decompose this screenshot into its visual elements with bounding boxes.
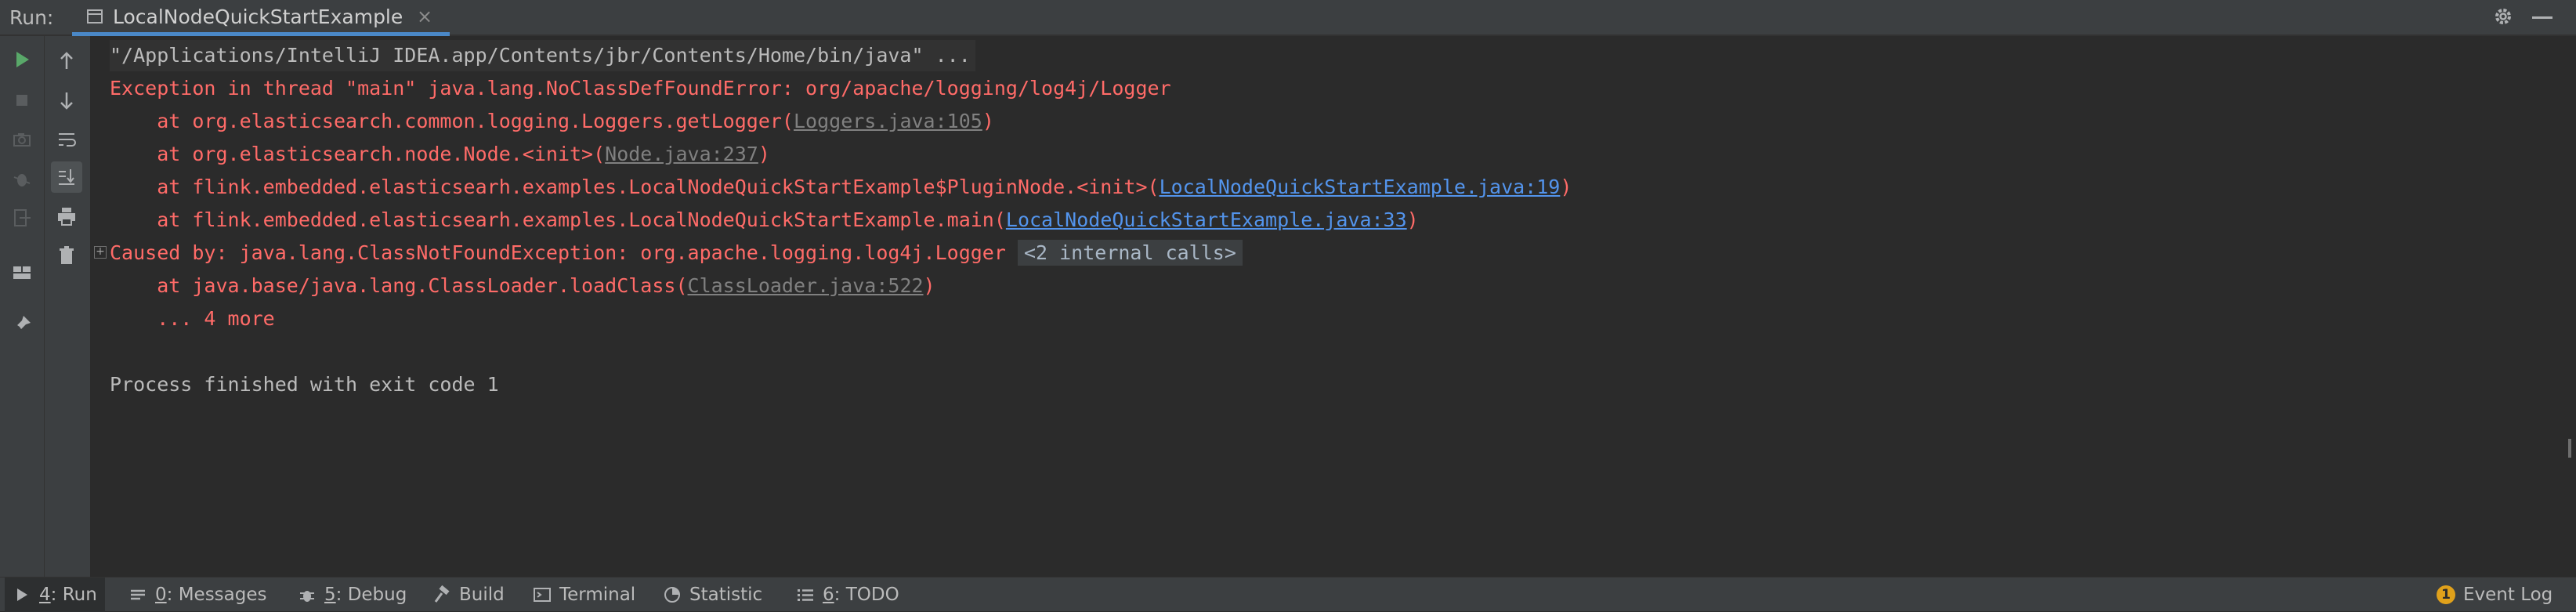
- scroll-to-end-icon: [59, 169, 74, 185]
- tab-todo[interactable]: 6: TODO: [788, 578, 907, 612]
- frame-text: ): [1560, 176, 1572, 198]
- source-link[interactable]: Node.java:237: [605, 143, 758, 165]
- stack-frame: at java.base/java.lang.ClassLoader.loadC…: [110, 270, 935, 302]
- exception-line: Exception in thread "main" java.lang.NoC…: [110, 77, 1171, 100]
- arrow-down-icon: [60, 92, 73, 110]
- pin-icon: [15, 316, 31, 331]
- tab-label: : Messages: [166, 585, 267, 605]
- terminal-icon: [534, 588, 551, 602]
- print-icon: [58, 208, 75, 226]
- bug-icon: [13, 174, 31, 186]
- tab-debug[interactable]: 5: Debug: [290, 578, 414, 612]
- gear-icon[interactable]: [2491, 5, 2515, 28]
- stack-frame: at org.elasticsearch.node.Node.<init>(No…: [110, 139, 770, 170]
- source-link[interactable]: ClassLoader.java:522: [688, 274, 924, 297]
- bug-icon: [300, 591, 314, 602]
- resize-handle[interactable]: [2568, 439, 2571, 458]
- camera-icon: [13, 133, 31, 147]
- minimize-icon[interactable]: [2532, 16, 2552, 19]
- soft-wrap-button[interactable]: [51, 124, 82, 155]
- tab-mnemonic: 6: [823, 585, 834, 605]
- frame-text: at org.elasticsearch.node.Node.<init>(: [110, 143, 606, 165]
- print-button[interactable]: [51, 201, 82, 232]
- frame-text: at java.base/java.lang.ClassLoader.loadC…: [110, 274, 688, 297]
- run-label: Run:: [9, 6, 54, 29]
- frame-text: at org.elasticsearch.common.logging.Logg…: [110, 110, 794, 132]
- tab-label: : Debug: [335, 585, 407, 605]
- internal-calls-fold[interactable]: <2 internal calls>: [1017, 240, 1243, 266]
- previous-occurrence-button[interactable]: [51, 45, 82, 77]
- exit-button[interactable]: [6, 202, 38, 234]
- clear-all-button[interactable]: [51, 240, 82, 271]
- tab-mnemonic: 5: [324, 585, 336, 605]
- pin-tab-button[interactable]: [6, 309, 38, 340]
- dump-threads-button[interactable]: [6, 124, 38, 155]
- tab-label: LocalNodeQuickStartExample: [113, 5, 403, 28]
- soft-wrap-icon: [59, 133, 76, 147]
- event-count-badge: 1: [2437, 585, 2455, 604]
- run-actions-toolbar: [0, 36, 45, 577]
- source-link[interactable]: Loggers.java:105: [794, 110, 982, 132]
- caused-by-text: Caused by: java.lang.ClassNotFoundExcept…: [110, 241, 1006, 264]
- tab-build[interactable]: Build: [425, 578, 512, 612]
- tab-messages[interactable]: 0: Messages: [121, 578, 275, 612]
- stop-button[interactable]: [6, 85, 38, 116]
- stack-frame: at flink.embedded.elasticsearh.examples.…: [110, 205, 1419, 236]
- next-occurrence-button[interactable]: [51, 85, 82, 116]
- messages-icon: [131, 589, 145, 600]
- frame-text: ): [1406, 208, 1419, 231]
- console-output[interactable]: "/Applications/IntelliJ IDEA.app/Content…: [91, 36, 2576, 577]
- scroll-to-end-button[interactable]: [51, 161, 82, 193]
- debug-settings-button[interactable]: [6, 163, 38, 194]
- frame-text: at flink.embedded.elasticsearh.examples.…: [110, 176, 1160, 198]
- exit-icon: [14, 209, 31, 226]
- console-icon: [87, 9, 103, 24]
- tab-terminal[interactable]: Terminal: [525, 578, 643, 612]
- tab-label: : Run: [50, 585, 97, 605]
- tab-statistic[interactable]: Statistic: [655, 578, 770, 612]
- tab-label: Build: [459, 585, 505, 605]
- trash-icon: [60, 246, 74, 264]
- hammer-icon: [434, 585, 450, 603]
- close-icon[interactable]: ×: [417, 5, 432, 27]
- tab-mnemonic: 0: [155, 585, 167, 605]
- run-tool-window-header: Run: LocalNodeQuickStartExample ×: [0, 0, 2576, 36]
- play-icon: [16, 52, 29, 67]
- console-actions-toolbar: [45, 36, 91, 577]
- frame-text: ): [923, 274, 935, 297]
- event-log-label: Event Log: [2463, 585, 2553, 605]
- stack-frame: at org.elasticsearch.common.logging.Logg…: [110, 106, 994, 137]
- statistic-icon: [664, 587, 680, 603]
- tab-label: Statistic: [689, 585, 763, 605]
- frame-text: ): [982, 110, 994, 132]
- layout-button[interactable]: [6, 257, 38, 288]
- rerun-button[interactable]: [6, 44, 38, 75]
- command-line: "/Applications/IntelliJ IDEA.app/Content…: [110, 40, 975, 71]
- tool-window-bar: 4: Run 0: Messages 5: Debug Build Termin…: [0, 577, 2576, 612]
- frame-text: at flink.embedded.elasticsearh.examples.…: [110, 208, 1006, 231]
- stack-frame: at flink.embedded.elasticsearh.examples.…: [110, 172, 1572, 203]
- todo-icon: [798, 589, 813, 601]
- expand-fold-icon[interactable]: +: [94, 246, 107, 259]
- stop-icon: [16, 95, 27, 106]
- more-frames-line: ... 4 more: [110, 307, 275, 330]
- layout-icon: [13, 266, 31, 279]
- caused-by-line: Caused by: java.lang.ClassNotFoundExcept…: [110, 237, 1243, 269]
- tab-label: Terminal: [559, 585, 636, 605]
- frame-text: ): [758, 143, 770, 165]
- play-icon: [17, 588, 27, 601]
- arrow-up-icon: [60, 52, 73, 69]
- tab-mnemonic: 4: [39, 585, 51, 605]
- event-log-button[interactable]: 1 Event Log: [2429, 578, 2560, 612]
- tab-label: : TODO: [834, 585, 899, 605]
- source-link[interactable]: LocalNodeQuickStartExample.java:19: [1160, 176, 1561, 198]
- tab-run[interactable]: 4: Run: [5, 578, 105, 612]
- tab-run-configuration[interactable]: LocalNodeQuickStartExample ×: [72, 0, 450, 36]
- source-link[interactable]: LocalNodeQuickStartExample.java:33: [1006, 208, 1407, 231]
- exit-code-line: Process finished with exit code 1: [110, 373, 499, 396]
